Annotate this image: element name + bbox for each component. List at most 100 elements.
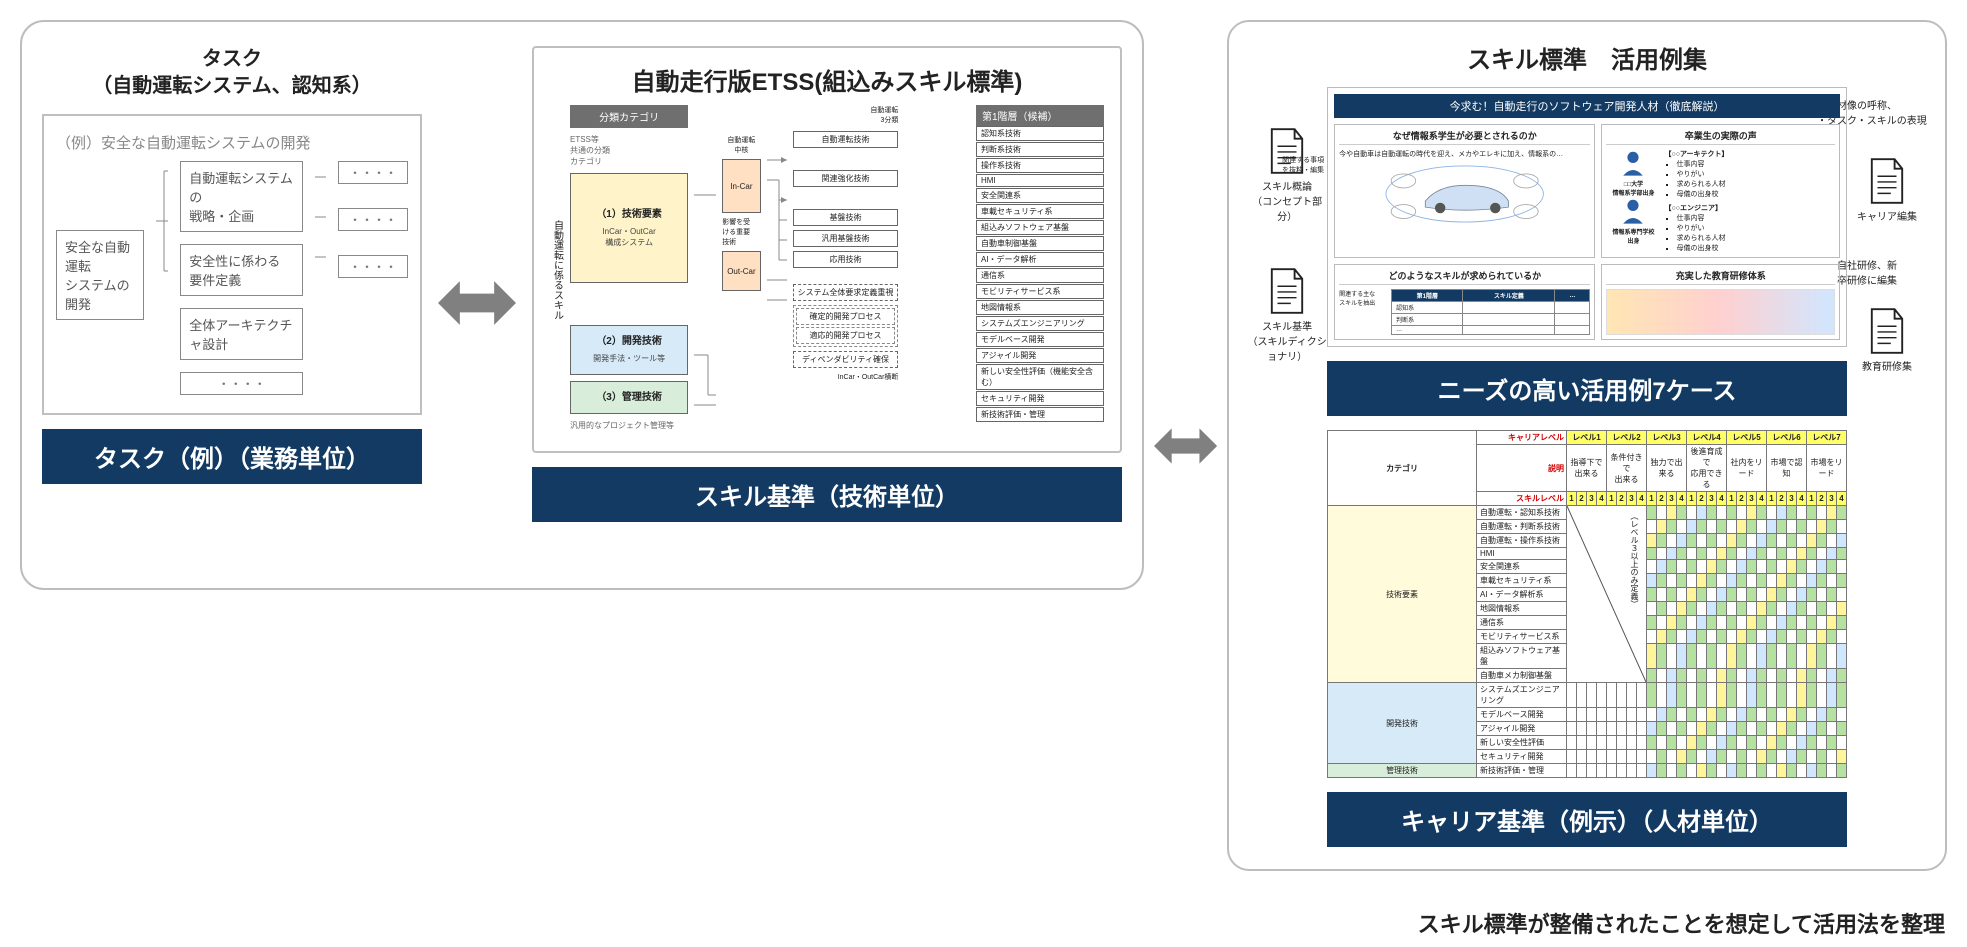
eng-name: 【○○エンジニア】 [1664,203,1835,213]
task-child-node: 自動運転システムの 戦略・企画 [180,161,303,232]
skill-side-label: 自動運転に係るスキル [550,105,564,435]
incar-box: In-Car [722,159,760,213]
person-icon [1619,149,1647,177]
tech3-sub: 汎用的なプロジェクト管理等 [570,420,688,431]
page-footnote: スキル標準が整備されたことを想定して活用法を整理 [1418,907,1945,939]
hier-item: 認知系技術 [976,126,1104,141]
task-example-box: （例）安全な自動運転システムの開発 安全な自動運転 システムの開発 自動運転シス… [42,114,422,415]
side-doc-left-bottom: スキル基準 （スキルディクショナリ） [1247,267,1327,363]
task-root-node: 安全な自動運転 システムの開発 [56,230,144,320]
task-title: タスク （自動運転システム、認知系） [42,46,422,100]
hier-item: 自動車制御基盤 [976,236,1104,251]
dash-sysreq: システム全体要求定義重視 [793,284,899,301]
task-caption: タスク（例）（業務単位） [42,429,422,484]
arch-name: 【○○アーキテクト】 [1664,149,1835,159]
tech-box-3: （3）管理技術 [570,381,688,414]
mid-applied: 応用技術 [793,251,899,268]
side-doc-right-mid: キャリア編集 [1847,157,1927,223]
usage-box2-title: 卒業生の実際の声 [1606,129,1835,145]
etss-middle: 自動運転 3分類 自動運転 中核 In-Car 影響を受 ける重要 技術 Out… [694,105,970,435]
document-icon [1868,157,1906,205]
skill-panel: 自動走行版ETSS(組込みスキル標準) 自動運転に係るスキル 分類カテゴリ ET… [532,46,1122,453]
hier-item: 新技術評価・管理 [976,407,1104,422]
tree-connector [315,161,326,281]
dash-sub: 確定的開発プロセス [796,308,896,325]
note-left: 影響を受 ける重要 技術 [722,217,760,247]
dash-depend: ディペンダビリティ確保 [793,351,899,368]
car-illustration [1339,159,1590,229]
usage-box1-body: 今や自動車は自動運転の時代を迎え、メカやエレキに加え、情報系の… [1339,149,1590,159]
bullet: 仕事内容 [1676,159,1835,169]
document-icon [1268,267,1306,315]
task-more-dots: ・・・・ [338,161,408,184]
tech-box-1: （1）技術要素 InCar・OutCar 構成システム [570,173,688,283]
common-cat-note: ETSS等 共通の分類 カテゴリ [570,134,688,167]
hier-item: セキュリティ開発 [976,391,1104,406]
bullet: やりがい [1676,223,1835,233]
usage-box1-title: なぜ情報系学生が必要とされるのか [1339,129,1590,145]
task-more-dots: ・・・・ [338,255,408,278]
usage-doc-title: 今求む！自動走行のソフトウェア開発人材（徹底解説） [1334,94,1840,118]
usage-caption: ニーズの高い活用例7ケース [1327,361,1847,416]
hier-item: 新しい安全性評価（機能安全含む） [976,364,1104,390]
flow-lines [694,105,716,435]
hier-item: 判断系技術 [976,142,1104,157]
mid-base: 基盤技術 [793,209,899,226]
box3-side: 関連する主な スキルを抽出 [1339,289,1387,335]
bullet: 仕事内容 [1676,213,1835,223]
bullet: やりがい [1676,169,1835,179]
bullet: 母儀の出身校 [1676,243,1835,253]
mid-core: 自動運転 中核 [722,135,760,155]
hier-item: 安全関連系 [976,188,1104,203]
hier-item: 組込みソフトウェア基盤 [976,220,1104,235]
hier-item: AI・データ解析 [976,252,1104,267]
hier-item: 地図情報系 [976,300,1104,315]
flow-lines [767,105,787,435]
task-example-label: （例）安全な自動運転システムの開発 [56,132,408,153]
task-panel: タスク （自動運転システム、認知系） （例）安全な自動運転システムの開発 安全な… [42,46,422,484]
hier-item: システムズエンジニアリング [976,316,1104,331]
side-doc-right-bottom: 教育研修集 [1847,307,1927,373]
usage-box1-side: 関連する事項 を抜粋・編集 [1275,155,1331,175]
person-icon [1619,197,1647,225]
usage-mock-doc: 今求む！自動走行のソフトウェア開発人材（徹底解説） なぜ情報系学生が必要とされる… [1327,87,1847,347]
hier-header: 第1階層（候補） [976,105,1104,126]
skill-matrix: カテゴリキャリアレベルレベル1レベル2レベル3レベル4レベル5レベル6レベル7説… [1327,430,1847,778]
side-doc-left-top: スキル概論 （コンセプト部分） [1247,127,1327,223]
hier-item: 通信系 [976,268,1104,283]
skill-panel-wrap: 自動走行版ETSS(組込みスキル標準) 自動運転に係るスキル 分類カテゴリ ET… [532,46,1122,522]
note-top: 自動運転 3分類 [793,105,899,127]
skill-title: 自動走行版ETSS(組込みスキル標準) [550,62,1104,97]
skill-caption: スキル基準（技術単位） [532,467,1122,522]
side-note-right-bottom: 自社研修、新 卒研修に編集 [1837,257,1927,287]
bidirectional-arrow-icon [1154,411,1217,481]
box4-placeholder [1606,289,1835,335]
document-icon [1868,307,1906,355]
cat-header: 分類カテゴリ [570,105,688,128]
etss-footnote: InCar・OutCar横断 [793,372,899,382]
mid-related: 関連強化技術 [793,170,899,187]
mid-genbase: 汎用基盤技術 [793,230,899,247]
hier-item: アジャイル開発 [976,348,1104,363]
career-caption: キャリア基準（例示）（人材単位） [1327,792,1847,847]
hier-item: 車載セキュリティ系 [976,204,1104,219]
bidirectional-arrow-icon [438,268,516,338]
bullet: 求められる人材 [1676,179,1835,189]
task-skill-group: タスク （自動運転システム、認知系） （例）安全な自動運転システムの開発 安全な… [20,20,1144,590]
mid-autotech: 自動運転技術 [793,131,899,148]
task-child-node: 安全性に係わる 要件定義 [180,244,303,296]
task-more-dots: ・・・・ [180,372,303,395]
dash-sub: 適応的開発プロセス [796,327,896,344]
bullet: 母儀の出身校 [1676,189,1835,199]
tech-box-2: （2）開発技術 開発手法・ツール等 [570,325,688,375]
diagram-root: タスク （自動運転システム、認知系） （例）安全な自動運転システムの開発 安全な… [0,0,1967,947]
task-child-node: 全体アーキテクチャ設計 [180,308,303,360]
usage-box3-title: どのようなスキルが求められているか [1339,269,1590,285]
hier-item: モビリティサービス系 [976,284,1104,299]
tree-connector [156,161,168,281]
hier-item: 操作系技術 [976,158,1104,173]
usage-title: スキル標準 活用例集 [1247,40,1927,75]
task-more-dots: ・・・・ [338,208,408,231]
hier-item: モデルベース開発 [976,332,1104,347]
hier-item: HMI [976,174,1104,187]
